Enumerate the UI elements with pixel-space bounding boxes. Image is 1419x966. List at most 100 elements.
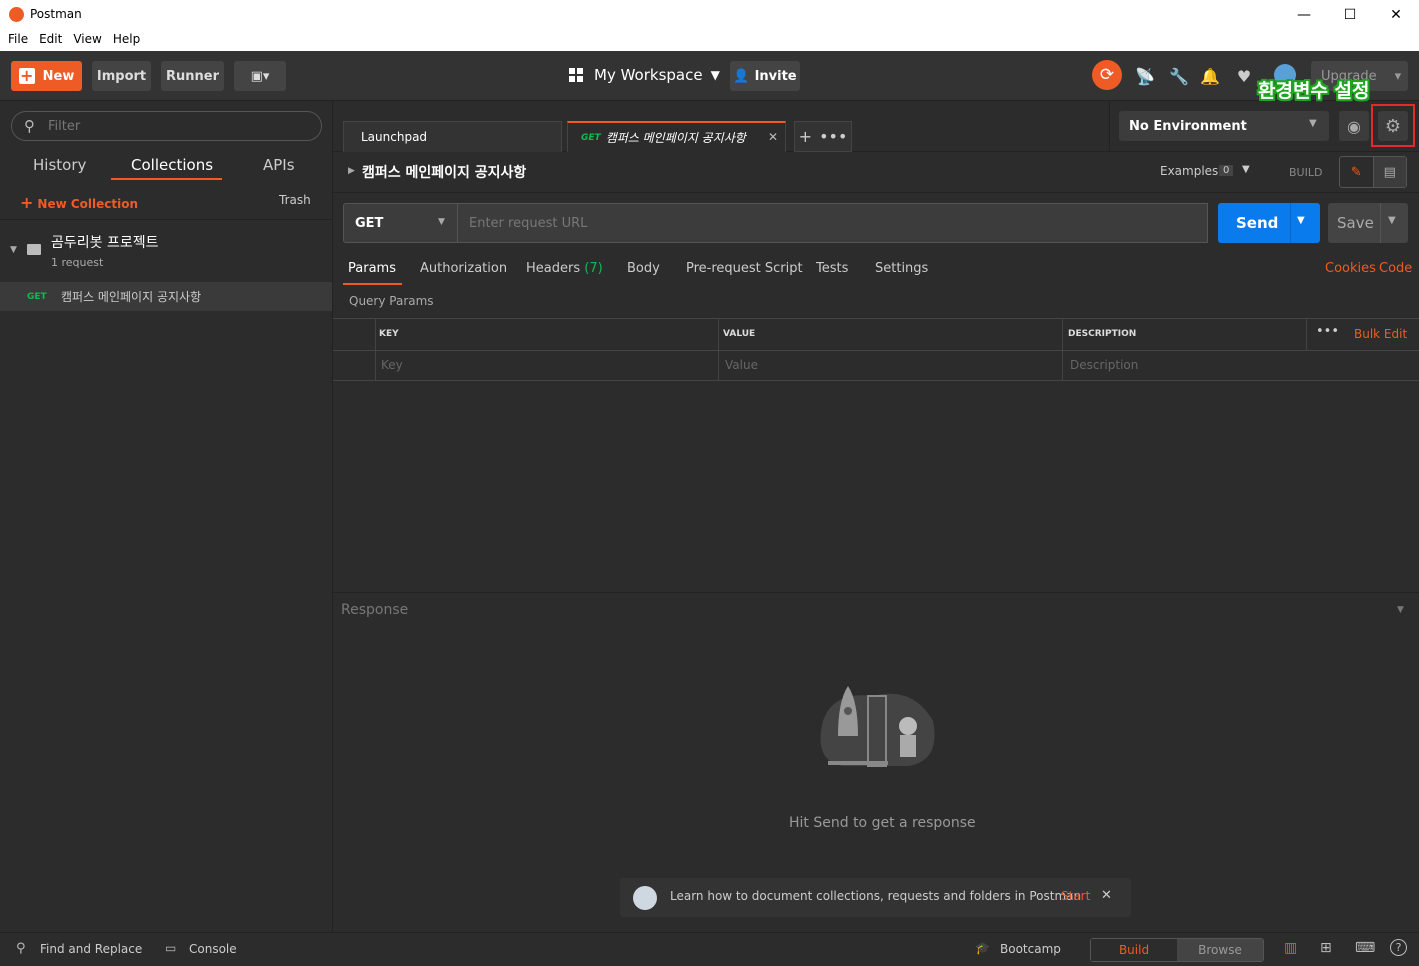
url-input[interactable]: Enter request URL [457, 203, 1208, 243]
save-button[interactable]: Save ▼ [1328, 203, 1408, 243]
folder-icon [27, 244, 41, 255]
close-tip-icon[interactable]: ✕ [1101, 888, 1112, 903]
browse-toggle[interactable]: Browse [1177, 939, 1263, 961]
description-input[interactable]: Description [1070, 358, 1138, 372]
maximize-button[interactable]: ☐ [1327, 0, 1373, 30]
examples-count-badge: 0 [1219, 165, 1234, 176]
build-browse-toggle: Build Browse [1090, 938, 1264, 962]
url-row: GET ▼ Enter request URL Send ▼ Save ▼ [333, 193, 1419, 251]
tab-pre-request-script[interactable]: Pre-request Script [686, 261, 803, 276]
list-item[interactable]: GET 캠퍼스 메인페이지 공지사항 [0, 282, 332, 311]
more-tabs-icon[interactable]: ••• [819, 127, 847, 146]
bootcamp-button[interactable]: Bootcamp [1000, 942, 1061, 956]
save-label: Save [1337, 214, 1374, 232]
menu-help[interactable]: Help [102, 30, 140, 51]
workspace-grid-icon [569, 68, 583, 82]
runner-button[interactable]: Runner [161, 61, 224, 91]
tab-collections[interactable]: Collections [131, 156, 213, 174]
new-window-icon: ▣▾ [250, 68, 270, 84]
keyboard-icon[interactable]: ⌨ [1355, 940, 1375, 956]
tab-headers-label: Headers [526, 261, 581, 276]
tab-active-request[interactable]: GET 캠퍼스 메인페이지 공지사항 ✕ [567, 121, 786, 152]
column-header-description: DESCRIPTION [1068, 329, 1137, 339]
collection-name[interactable]: 곰두리봇 프로젝트 [51, 232, 159, 252]
close-window-button[interactable]: ✕ [1373, 0, 1419, 30]
close-tab-icon[interactable]: ✕ [768, 130, 778, 144]
plus-icon: + [18, 66, 35, 85]
cookies-link[interactable]: Cookies [1325, 261, 1376, 276]
new-button[interactable]: + New [11, 61, 82, 91]
heart-icon[interactable]: ♥ [1230, 62, 1258, 90]
tab-params[interactable]: Params [348, 261, 396, 276]
collapse-caret-icon[interactable]: ▼ [10, 245, 17, 255]
import-button[interactable]: Import [92, 61, 151, 91]
chevron-down-icon[interactable]: ▼ [1388, 215, 1396, 226]
workspace-switcher[interactable]: My Workspace ▼ [569, 66, 720, 84]
workspace-label: My Workspace [594, 66, 703, 84]
method-badge: GET [27, 292, 47, 302]
menu-file[interactable]: File [0, 30, 28, 51]
request-title-bar: ▶ 캠퍼스 메인페이지 공지사항 Examples 0 ▼ BUILD ✎ ▤ [333, 152, 1419, 193]
chevron-down-icon[interactable]: ▼ [1297, 215, 1305, 226]
examples-button[interactable]: Examples [1160, 164, 1218, 178]
postman-logo-icon [9, 7, 24, 22]
add-tab-icon[interactable]: + [799, 127, 812, 146]
layout-icon[interactable]: ⊞ [1320, 940, 1332, 956]
chevron-down-icon[interactable]: ▼ [1242, 164, 1250, 175]
help-icon[interactable]: ? [1390, 939, 1407, 956]
tab-launchpad[interactable]: Launchpad [343, 121, 562, 152]
pencil-icon[interactable]: ✎ [1340, 157, 1374, 187]
method-select[interactable]: GET ▼ [343, 203, 457, 243]
tab-apis[interactable]: APIs [263, 156, 295, 174]
tab-authorization[interactable]: Authorization [420, 261, 507, 276]
page-title[interactable]: 캠퍼스 메인페이지 공지사항 [362, 162, 526, 182]
bulk-edit-link[interactable]: Bulk Edit [1354, 327, 1407, 341]
tab-body[interactable]: Body [627, 261, 660, 276]
filter-input[interactable]: ⚲ Filter [11, 111, 322, 141]
mode-toggle: ✎ ▤ [1339, 156, 1407, 188]
tab-settings[interactable]: Settings [875, 261, 928, 276]
tab-headers[interactable]: Headers (7) [526, 261, 603, 276]
build-toggle[interactable]: Build [1091, 939, 1177, 961]
trash-button[interactable]: Trash [279, 193, 311, 207]
response-panel: Response ▼ Hit Send to get a response Le… [333, 592, 1419, 932]
chevron-down-icon: ▼ [710, 68, 720, 82]
new-collection-button[interactable]: + New Collection [20, 193, 138, 212]
headers-count: (7) [584, 261, 603, 276]
tab-strip: Launchpad GET 캠퍼스 메인페이지 공지사항 ✕ + ••• [333, 101, 1109, 152]
tip-banner: Learn how to document collections, reque… [620, 878, 1131, 917]
invite-button[interactable]: 👤 Invite [730, 61, 800, 91]
sync-icon[interactable]: ⟳ [1092, 60, 1122, 90]
tab-history[interactable]: History [33, 156, 86, 174]
column-header-key: KEY [379, 329, 399, 339]
expand-caret-icon[interactable]: ▶ [348, 166, 355, 176]
console-button[interactable]: Console [189, 942, 237, 956]
comment-icon[interactable]: ▤ [1373, 157, 1406, 187]
environment-select[interactable]: No Environment ▼ [1119, 111, 1329, 141]
minimize-button[interactable]: — [1281, 0, 1327, 30]
key-input[interactable]: Key [381, 358, 403, 372]
wrench-icon[interactable]: 🔧 [1165, 62, 1193, 90]
value-input[interactable]: Value [725, 358, 758, 372]
query-params-label: Query Params [349, 294, 434, 308]
satellite-icon[interactable]: 📡 [1131, 62, 1159, 90]
title-bar: Postman — ☐ ✕ [0, 0, 1419, 30]
menu-view[interactable]: View [62, 30, 101, 51]
annotation-label: 환경변수 설정 [1258, 80, 1370, 102]
chevron-down-icon[interactable]: ▼ [1397, 605, 1404, 615]
eye-icon[interactable]: ◉ [1339, 111, 1369, 141]
bell-icon[interactable]: 🔔 [1196, 62, 1224, 90]
params-table: KEY VALUE DESCRIPTION ••• Bulk Edit Key … [333, 318, 1419, 381]
tip-start-link[interactable]: Start [1061, 889, 1090, 903]
menu-edit[interactable]: Edit [28, 30, 62, 51]
two-pane-icon[interactable]: ▥ [1284, 940, 1297, 956]
more-options-icon[interactable]: ••• [1316, 324, 1339, 339]
code-link[interactable]: Code [1379, 261, 1412, 276]
send-button[interactable]: Send ▼ [1218, 203, 1320, 243]
new-collection-label: New Collection [37, 197, 139, 211]
new-window-button[interactable]: ▣▾ [234, 61, 286, 91]
tab-tests[interactable]: Tests [816, 261, 848, 276]
find-replace-button[interactable]: Find and Replace [40, 942, 142, 956]
empty-response-text: Hit Send to get a response [789, 815, 976, 831]
collection-count: 1 request [51, 256, 104, 269]
